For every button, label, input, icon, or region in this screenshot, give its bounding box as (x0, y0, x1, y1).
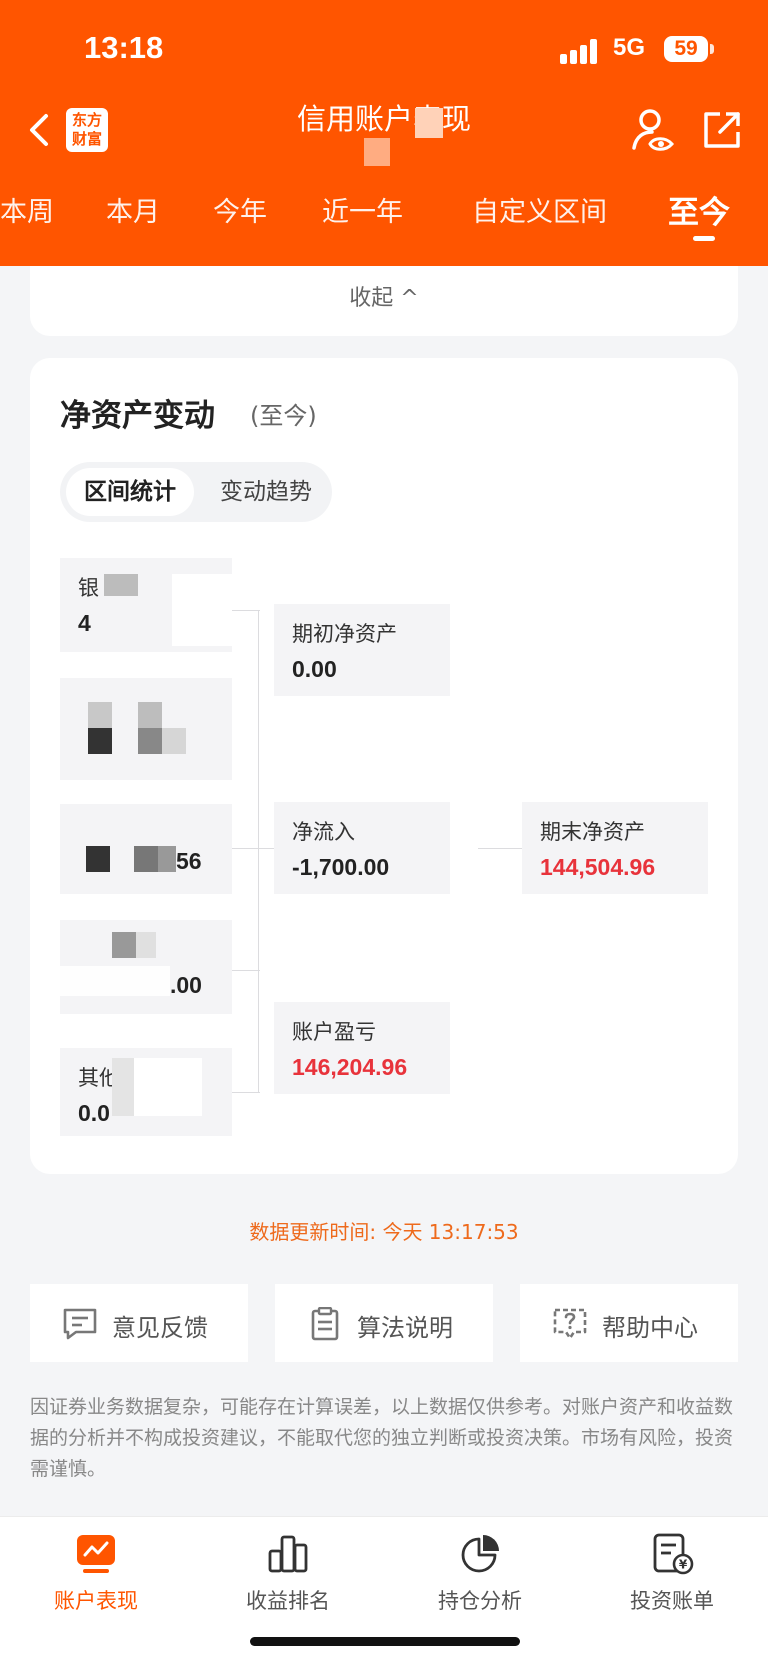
bill-icon: ¥ (653, 1533, 694, 1575)
account-performance-icon (77, 1535, 115, 1573)
connector-line (258, 610, 259, 1092)
net-inflow-label: 净流入 (292, 820, 355, 844)
item-redacted: .00 (60, 920, 232, 1014)
redaction-mosaic (112, 1058, 134, 1116)
closing-net-asset: 期末净资产 144,504.96 (522, 802, 708, 894)
help-center-button[interactable]: 帮助中心 (520, 1284, 738, 1362)
nav-ranking[interactable]: 收益排名 (192, 1531, 384, 1615)
title-mosaic (360, 108, 460, 168)
algorithm-label: 算法说明 (357, 1314, 453, 1342)
item-value: 0.0 (78, 1100, 110, 1126)
redaction-mosaic (172, 574, 232, 646)
tab-to-date[interactable]: 至今 (668, 187, 730, 232)
connector-line (232, 848, 260, 849)
ranking-icon (268, 1535, 308, 1573)
item-value: 4 (78, 610, 91, 636)
privacy-eye-icon[interactable] (628, 106, 676, 154)
redaction-mosaic (112, 932, 136, 958)
redaction-mosaic (158, 846, 176, 872)
connector-line (232, 610, 260, 611)
item-value: .00 (170, 972, 202, 998)
previous-card-footer: 收起 ^ (30, 266, 738, 336)
svg-text:¥: ¥ (679, 1558, 688, 1572)
tab-this-month[interactable]: 本月 (106, 190, 160, 229)
pie-chart-icon (461, 1535, 499, 1573)
redaction-mosaic (60, 966, 170, 996)
help-label: 帮助中心 (602, 1314, 698, 1342)
nav-holding-analysis[interactable]: 持仓分析 (384, 1531, 576, 1615)
redaction-mosaic (104, 574, 138, 596)
item-label: 银 (78, 576, 99, 600)
view-toggle: 区间统计 变动趋势 (60, 462, 332, 522)
nav-label: 账户表现 (54, 1589, 138, 1613)
battery-level: 59 (664, 36, 708, 62)
header: 13:18 5G 59 东方财富 信用账户表现 本周 本月 今年 近一年 自定义… (0, 0, 768, 266)
opening-value: 0.00 (292, 656, 337, 682)
network-type: 5G (613, 34, 646, 61)
feedback-label: 意见反馈 (112, 1314, 208, 1342)
battery-icon (710, 44, 714, 54)
item-redacted: 56 (60, 804, 232, 894)
segment-interval-stats[interactable]: 区间统计 (66, 468, 194, 516)
profit-label: 账户盈亏 (292, 1020, 376, 1044)
connector-line (478, 848, 524, 849)
redaction-mosaic (136, 932, 156, 958)
redaction-mosaic (88, 702, 112, 728)
connector-line (232, 970, 260, 971)
redaction-mosaic (138, 728, 162, 754)
item-redacted (60, 678, 232, 780)
algorithm-button[interactable]: 算法说明 (275, 1284, 493, 1362)
redaction-mosaic (88, 728, 112, 754)
profit-value: 146,204.96 (292, 1054, 408, 1080)
nav-investment-bill[interactable]: ¥ 投资账单 (576, 1531, 768, 1615)
tab-last-year[interactable]: 近一年 (322, 190, 403, 229)
status-time: 13:18 (84, 30, 164, 65)
signal-icon (560, 38, 604, 64)
nav-account-performance[interactable]: 账户表现 (0, 1531, 192, 1615)
tab-indicator (693, 236, 715, 241)
opening-net-asset: 期初净资产 0.00 (274, 604, 450, 696)
tab-custom-range[interactable]: 自定义区间 (472, 190, 607, 229)
nav-label: 投资账单 (630, 1589, 714, 1613)
disclaimer: 因证券业务数据复杂，可能存在计算误差，以上数据仅供参考。对账户资产和收益数据的分… (30, 1396, 734, 1480)
segment-trend[interactable]: 变动趋势 (202, 468, 330, 516)
help-icon (553, 1308, 587, 1340)
home-indicator (250, 1637, 520, 1646)
feedback-icon (63, 1308, 97, 1340)
share-icon[interactable] (700, 108, 744, 152)
redaction-mosaic (162, 728, 186, 754)
opening-label: 期初净资产 (292, 622, 397, 646)
clipboard-icon (311, 1307, 339, 1341)
tab-this-week[interactable]: 本周 (0, 190, 54, 229)
period-tabs: 本周 本月 今年 近一年 自定义区间 至今 (0, 190, 768, 240)
net-inflow: 净流入 -1,700.00 (274, 802, 450, 894)
redaction-mosaic (134, 846, 158, 872)
nav-label: 收益排名 (246, 1589, 330, 1613)
item-value: 56 (176, 848, 202, 874)
redaction-mosaic (138, 702, 162, 728)
update-time: 数据更新时间: 今天 13:17:53 (249, 1220, 519, 1244)
inflow-item: 银 4 (60, 558, 232, 652)
feedback-button[interactable]: 意见反馈 (30, 1284, 248, 1362)
bottom-nav: 账户表现 收益排名 持仓分析 ¥ 投资账单 (0, 1516, 768, 1665)
card-subtitle: (至今) (250, 402, 317, 430)
redaction-mosaic (86, 846, 110, 872)
tab-this-year[interactable]: 今年 (213, 190, 267, 229)
other-item: 其他 0.0 (60, 1048, 232, 1136)
collapse-button[interactable]: 收起 ^ (30, 280, 738, 312)
net-asset-card: 净资产变动 (至今) 区间统计 变动趋势 银 4 56 .00 其他 0.0 期… (30, 358, 738, 1174)
closing-value: 144,504.96 (540, 854, 656, 880)
card-title: 净资产变动 (60, 398, 215, 434)
nav-label: 持仓分析 (438, 1589, 522, 1613)
net-inflow-value: -1,700.00 (292, 854, 390, 880)
connector-line (232, 1092, 260, 1093)
closing-label: 期末净资产 (540, 820, 645, 844)
account-profit: 账户盈亏 146,204.96 (274, 1002, 450, 1094)
